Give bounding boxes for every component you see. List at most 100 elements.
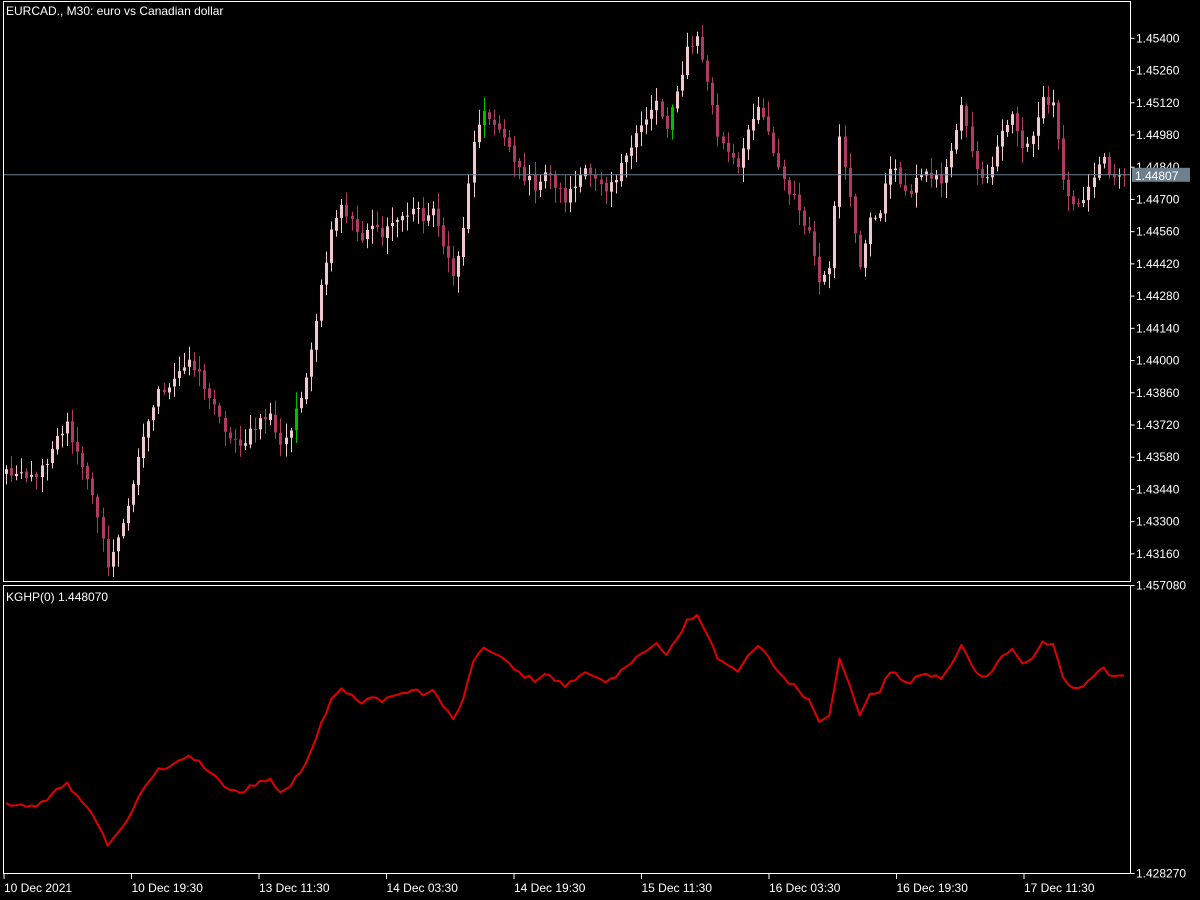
candle-body (564, 187, 567, 203)
price-axis-label: 1.45260 (1136, 64, 1180, 78)
candle-body (457, 255, 460, 277)
candle-body (1006, 125, 1009, 133)
price-axis-label: 1.44700 (1136, 192, 1180, 206)
candle-body (183, 367, 186, 371)
candle-body (234, 438, 237, 440)
candle-body (645, 119, 648, 125)
candle-body (518, 160, 521, 168)
candle-body (671, 107, 674, 130)
candle-body (56, 436, 59, 450)
candle-body (1108, 156, 1111, 175)
candle-body (401, 215, 404, 221)
candle-body (173, 378, 176, 387)
price-axis-label: 1.43160 (1136, 547, 1180, 561)
candle-body (554, 174, 557, 188)
candle-body (884, 183, 887, 214)
candle-body (899, 167, 902, 185)
candle-body (1087, 186, 1090, 201)
candle-body (544, 172, 547, 182)
candle-body (600, 179, 603, 185)
candle-body (930, 172, 933, 179)
candle-body (1052, 102, 1055, 106)
candle-body (676, 91, 679, 109)
price-axis-label: 1.43440 (1136, 482, 1180, 496)
candle-body (1067, 179, 1070, 196)
candle-body (737, 158, 740, 167)
candle-body (274, 414, 277, 433)
candle-body (971, 126, 974, 152)
candle-body (188, 359, 191, 367)
candle-body (224, 417, 227, 432)
candle-body (915, 177, 918, 193)
candle-body (325, 262, 328, 285)
candle-body (107, 538, 110, 568)
candle-body (239, 439, 242, 446)
candle-body (473, 142, 476, 183)
candle-body (386, 226, 389, 239)
candle-body (1026, 143, 1029, 147)
candle-body (295, 408, 298, 431)
candle-body (701, 36, 704, 60)
candle-body (102, 516, 105, 539)
candle-body (940, 173, 943, 184)
candle-body (1103, 157, 1106, 164)
candle-body (559, 188, 562, 190)
candle-body (849, 167, 852, 198)
candle-body (783, 166, 786, 179)
candle-body (91, 478, 94, 496)
candle-body (330, 229, 333, 264)
current-price-label-text: 1.44807 (1135, 169, 1179, 183)
candle-body (279, 433, 282, 445)
price-axis-label: 1.44140 (1136, 321, 1180, 335)
candle-body (483, 110, 486, 126)
candle-body (361, 233, 364, 241)
candle-body (1082, 200, 1085, 204)
candle-body (417, 208, 420, 210)
candle-body (351, 215, 354, 219)
candle-body (747, 129, 750, 150)
candle-body (432, 208, 435, 216)
candle-body (467, 183, 470, 230)
candle-body (793, 193, 796, 195)
time-axis-label: 13 Dec 11:30 (259, 881, 330, 895)
candle-body (35, 474, 38, 478)
candle-body (681, 74, 684, 91)
time-axis-label: 14 Dec 19:30 (514, 881, 586, 895)
candle-body (5, 469, 8, 474)
trading-chart[interactable]: 1.454001.452601.451201.449801.448401.447… (0, 0, 1200, 900)
candle-body (305, 377, 308, 400)
price-axis-label: 1.44560 (1136, 225, 1180, 239)
candle-body (813, 231, 816, 256)
candle-body (452, 258, 455, 276)
candle-body (66, 421, 69, 434)
indicator-label: KGHP(0) 1.448070 (6, 590, 108, 604)
candle-body (711, 82, 714, 106)
candle-body (960, 105, 963, 131)
candle-body (986, 177, 989, 179)
candle-body (1113, 173, 1116, 178)
symbol-label: EURCAD., M30: euro vs Canadian dollar (6, 4, 223, 18)
candle-body (879, 213, 882, 218)
price-axis-label: 1.44980 (1136, 128, 1180, 142)
candle-body (991, 166, 994, 178)
candle-body (666, 116, 669, 129)
candle-body (147, 421, 150, 438)
candle-body (1072, 196, 1075, 205)
candle-body (391, 223, 394, 226)
candle-body (859, 234, 862, 268)
candle-body (818, 256, 821, 283)
candle-body (356, 219, 359, 232)
candle-body (1011, 114, 1014, 125)
price-axis-label: 1.43300 (1136, 515, 1180, 529)
candle-body (244, 443, 247, 446)
candle-body (661, 101, 664, 117)
candle-body (396, 220, 399, 222)
time-axis-label: 10 Dec 19:30 (132, 881, 204, 895)
candle-body (366, 229, 369, 240)
candle-body (610, 182, 613, 192)
price-axis-label: 1.43720 (1136, 418, 1180, 432)
candle-body (767, 116, 770, 132)
candle-body (1077, 203, 1080, 205)
candle-body (838, 136, 841, 207)
candle-body (10, 468, 13, 476)
